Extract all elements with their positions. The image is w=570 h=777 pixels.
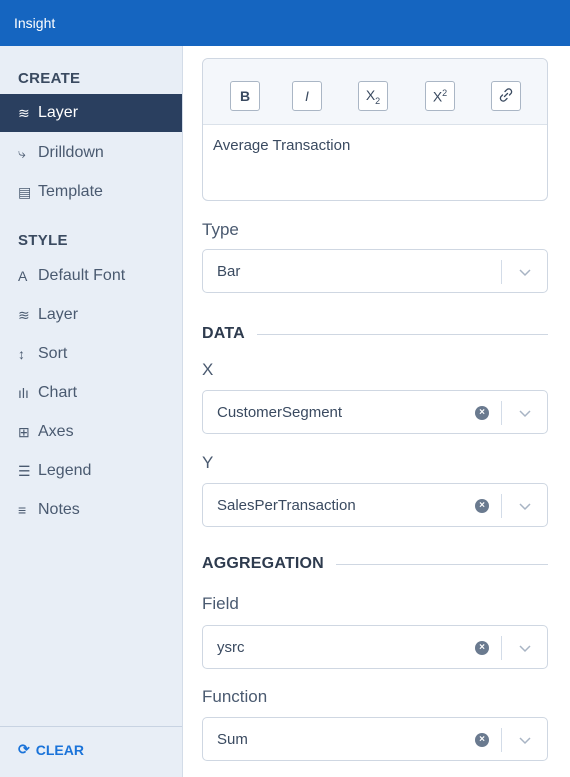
sidebar-item-default-font[interactable]: A Default Font	[0, 257, 182, 295]
chevron-down-icon[interactable]	[517, 498, 533, 514]
clear-button[interactable]: ⟳ CLEAR	[18, 741, 84, 758]
field-select[interactable]: ysrc ×	[202, 625, 548, 669]
font-icon: A	[18, 268, 28, 284]
chevron-down-icon[interactable]	[517, 732, 533, 748]
sidebar-item-legend[interactable]: ☰ Legend	[0, 452, 182, 490]
field-value: ysrc	[217, 639, 245, 656]
sidebar-item-sort[interactable]: ↕ Sort	[0, 335, 182, 373]
sidebar-item-style-layer[interactable]: ≋ Layer	[0, 296, 182, 334]
legend-icon: ☰	[18, 463, 31, 479]
sidebar-item-label: Chart	[38, 384, 78, 401]
italic-button[interactable]: I	[292, 81, 322, 111]
type-label: Type	[202, 220, 239, 239]
main-panel: B I X2 X2 Average Transaction Type Bar D…	[183, 46, 570, 777]
link-button[interactable]	[491, 81, 521, 111]
window-titlebar: Insight	[0, 0, 570, 46]
bold-button[interactable]: B	[230, 81, 260, 111]
type-value: Bar	[217, 263, 241, 280]
x-label: X	[202, 360, 214, 379]
sidebar-item-label: Sort	[38, 345, 68, 362]
x-value: CustomerSegment	[217, 404, 343, 421]
aggregation-section-heading: AGGREGATION	[202, 555, 548, 573]
function-select[interactable]: Sum ×	[202, 717, 548, 761]
clear-icon[interactable]: ×	[475, 406, 489, 420]
sidebar-item-label: Drilldown	[38, 144, 104, 161]
type-select[interactable]: Bar	[202, 249, 548, 293]
style-heading: STYLE	[18, 232, 68, 249]
clear-icon[interactable]: ×	[475, 733, 489, 747]
layers-icon: ≋	[18, 105, 30, 121]
italic-icon: I	[305, 88, 309, 104]
subscript-icon: X2	[365, 86, 381, 106]
chevron-down-icon[interactable]	[517, 405, 533, 421]
sort-icon: ↕	[18, 346, 25, 362]
sidebar-item-notes[interactable]: ≡ Notes	[0, 491, 182, 529]
sidebar: CREATE ≋ Layer ⤷ Drilldown ▤ Template ST…	[0, 46, 183, 777]
rich-text-editor: B I X2 X2 Average Transaction	[202, 58, 548, 201]
sidebar-item-layer[interactable]: ≋ Layer	[0, 94, 182, 132]
template-icon: ▤	[18, 184, 32, 200]
y-label: Y	[202, 453, 214, 472]
clear-label: CLEAR	[35, 741, 84, 758]
sidebar-item-label: Notes	[38, 501, 80, 518]
sidebar-item-label: Layer	[38, 306, 79, 323]
chevron-down-icon[interactable]	[517, 264, 533, 280]
create-heading: CREATE	[18, 70, 81, 87]
y-select[interactable]: SalesPerTransaction ×	[202, 483, 548, 527]
sidebar-item-label: Legend	[38, 462, 92, 479]
drilldown-icon: ⤷	[18, 145, 26, 161]
refresh-icon: ⟳	[18, 741, 30, 757]
field-label: Field	[202, 594, 239, 613]
window-title: Insight	[14, 15, 56, 31]
chart-icon: ılı	[18, 385, 29, 401]
editor-content[interactable]: Average Transaction	[203, 125, 547, 166]
superscript-button[interactable]: X2	[425, 81, 455, 111]
sidebar-item-axes[interactable]: ⊞ Axes	[0, 413, 182, 451]
link-icon	[499, 87, 513, 105]
function-value: Sum	[217, 731, 248, 748]
bold-icon: B	[239, 88, 251, 104]
sidebar-item-drilldown[interactable]: ⤷ Drilldown	[0, 134, 182, 172]
x-select[interactable]: CustomerSegment ×	[202, 390, 548, 434]
y-value: SalesPerTransaction	[217, 497, 356, 514]
data-section-heading: DATA	[202, 325, 548, 343]
clear-footer: ⟳ CLEAR	[0, 726, 182, 777]
function-label: Function	[202, 687, 268, 706]
sidebar-item-chart[interactable]: ılı Chart	[0, 374, 182, 412]
chevron-down-icon[interactable]	[517, 640, 533, 656]
sidebar-item-label: Default Font	[38, 267, 126, 284]
subscript-button[interactable]: X2	[358, 81, 388, 111]
editor-toolbar: B I X2 X2	[203, 59, 547, 125]
superscript-icon: X2	[432, 87, 448, 105]
notes-icon: ≡	[18, 502, 27, 518]
sidebar-item-label: Axes	[38, 423, 74, 440]
clear-icon[interactable]: ×	[475, 641, 489, 655]
sidebar-item-template[interactable]: ▤ Template	[0, 173, 182, 211]
axes-icon: ⊞	[18, 424, 30, 440]
layers-icon: ≋	[18, 307, 30, 323]
clear-icon[interactable]: ×	[475, 499, 489, 513]
sidebar-item-label: Layer	[38, 104, 79, 121]
sidebar-item-label: Template	[38, 183, 103, 200]
